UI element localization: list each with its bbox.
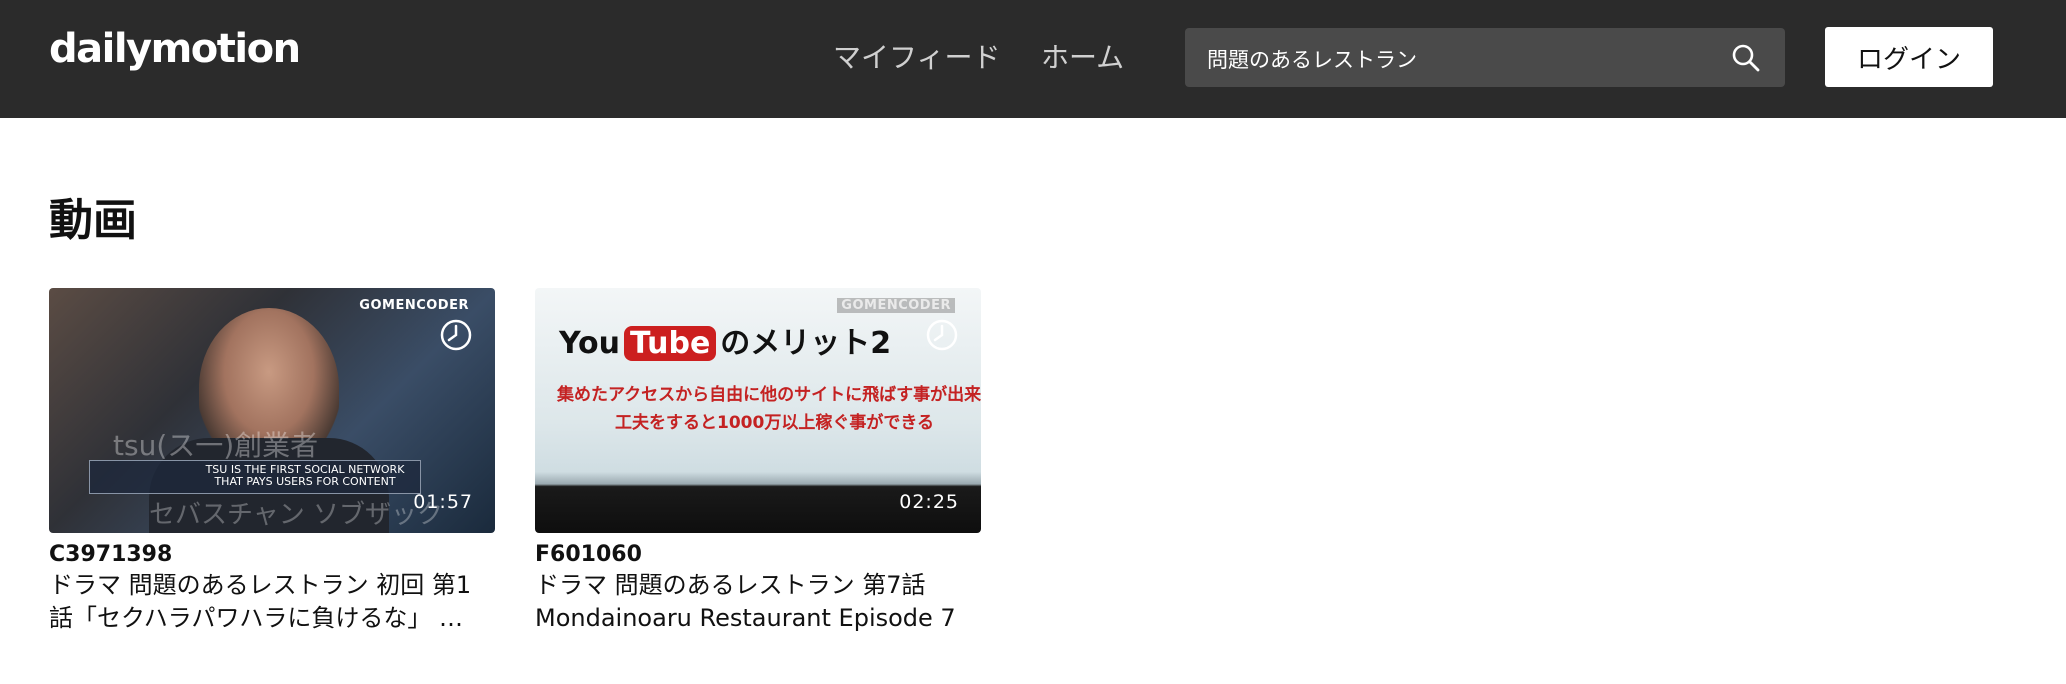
- video-thumbnail[interactable]: tsu(ス一)創業者 TSU IS THE FIRST SOCIAL NETWO…: [49, 288, 495, 533]
- dailymotion-logo[interactable]: dailymotion: [49, 26, 301, 72]
- video-code[interactable]: F601060: [535, 541, 981, 569]
- nav-home[interactable]: ホーム: [1041, 36, 1124, 76]
- thumbnail-line-1: 集めたアクセスから自由に他のサイトに飛ばす事が出来るので: [557, 385, 981, 405]
- video-thumbnail[interactable]: YouTubeのメリット2 集めたアクセスから自由に他のサイトに飛ばす事が出来る…: [535, 288, 981, 533]
- video-title[interactable]: ドラマ 問題のあるレストラン 第7話 Mondainoaru Restauran…: [535, 569, 981, 635]
- headline-tube: Tube: [623, 326, 717, 361]
- headline-post: のメリット2: [720, 326, 892, 361]
- news-ticker: TSU IS THE FIRST SOCIAL NETWORK THAT PAY…: [89, 460, 421, 494]
- section-title: 動画: [49, 195, 137, 246]
- video-duration: 01:57: [413, 491, 473, 513]
- ticker-text: TSU IS THE FIRST SOCIAL NETWORK THAT PAY…: [205, 463, 405, 488]
- top-bar: dailymotion マイフィード ホーム ログイン: [0, 0, 2066, 118]
- search-icon[interactable]: [1731, 43, 1761, 73]
- watch-later-icon[interactable]: [439, 318, 473, 352]
- headline-you: You: [559, 326, 620, 361]
- video-title[interactable]: ドラマ 問題のあるレストラン 初回 第1話「セクハラパワハラに負けるな」 …: [49, 569, 495, 635]
- search-box: [1185, 28, 1785, 89]
- video-card-1[interactable]: tsu(ス一)創業者 TSU IS THE FIRST SOCIAL NETWO…: [49, 288, 495, 635]
- login-button[interactable]: ログイン: [1825, 27, 1993, 87]
- search-input[interactable]: [1205, 28, 1709, 89]
- nav-my-feed[interactable]: マイフィード: [833, 36, 1000, 76]
- encoder-watermark: GOMENCODER: [837, 298, 955, 313]
- thumbnail-line-2: 工夫をすると1000万以上稼ぐ事ができる: [615, 413, 934, 433]
- encoder-watermark: GOMENCODER: [359, 298, 469, 313]
- thumbnail-caption-name: セバスチャン ソブザック: [149, 500, 444, 530]
- thumbnail-caption: tsu(ス一)創業者: [113, 429, 319, 462]
- video-code[interactable]: C3971398: [49, 541, 495, 569]
- thumbnail-headline: You Tube のメリット2: [559, 318, 891, 362]
- watch-later-icon[interactable]: [925, 318, 959, 352]
- video-duration: 02:25: [899, 491, 959, 513]
- video-card-2[interactable]: YouTubeのメリット2 集めたアクセスから自由に他のサイトに飛ばす事が出来る…: [535, 288, 981, 635]
